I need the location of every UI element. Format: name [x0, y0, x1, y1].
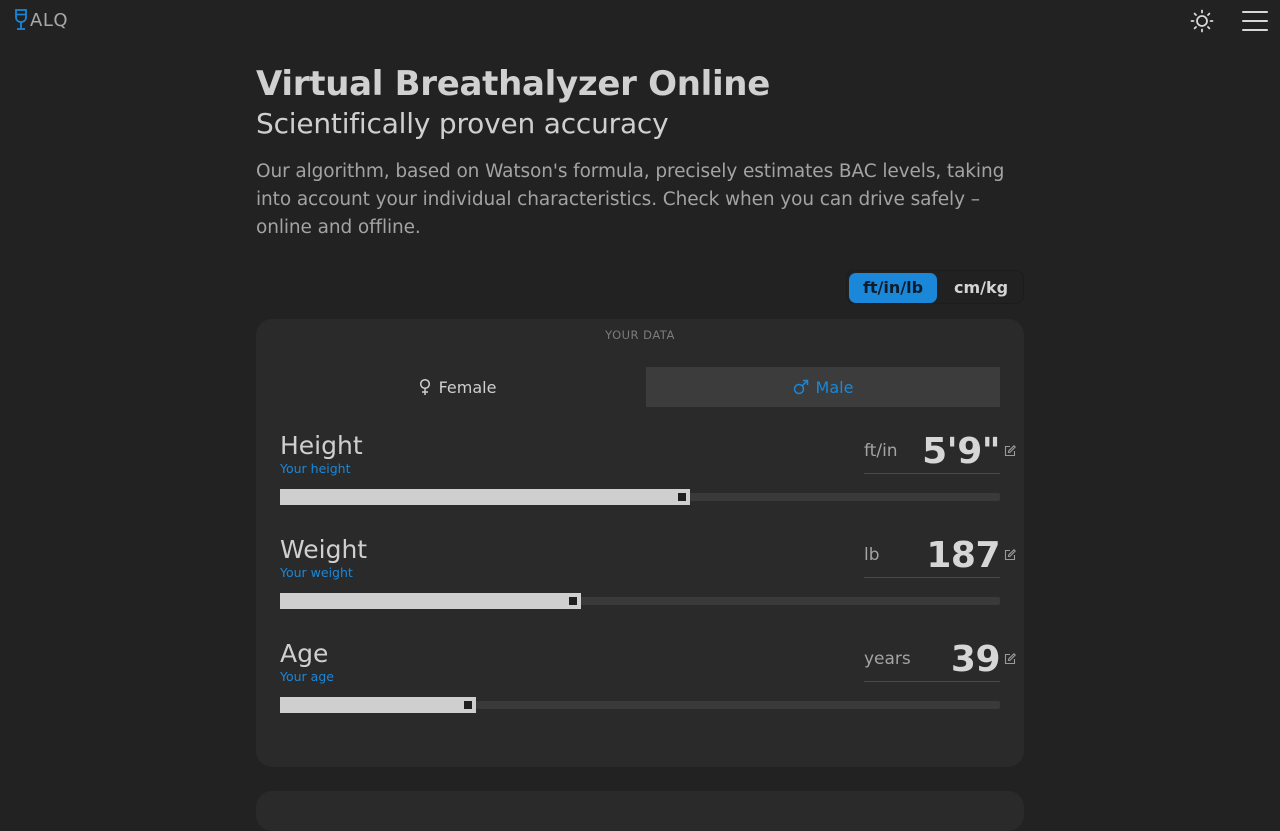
unit-imperial-button[interactable]: ft/in/lb — [849, 273, 937, 303]
slider-thumb[interactable] — [569, 597, 577, 605]
weight-sublabel: Your weight — [280, 565, 353, 580]
page-description: Our algorithm, based on Watson's formula… — [256, 161, 1005, 238]
weight-value: 187 — [926, 535, 1000, 576]
age-field: Age Your age years 39 — [280, 639, 1020, 729]
edit-icon[interactable] — [1004, 549, 1016, 561]
weight-slider[interactable] — [280, 593, 1000, 609]
unit-metric-button[interactable]: cm/kg — [941, 273, 1021, 303]
hamburger-menu-icon — [1242, 11, 1268, 31]
theme-toggle-button[interactable] — [1190, 9, 1214, 33]
slider-thumb[interactable] — [678, 493, 686, 501]
hero-section: Virtual Breathalyzer Online Scientifical… — [256, 60, 1024, 242]
next-card — [256, 791, 1024, 831]
sex-male-button[interactable]: Male — [646, 367, 1000, 407]
logo-text: ALQ — [30, 9, 69, 31]
edit-icon[interactable] — [1004, 653, 1016, 665]
height-value-box[interactable]: ft/in 5'9" — [864, 431, 1000, 474]
top-bar: ALQ — [0, 0, 1280, 42]
slider-fill — [280, 697, 476, 713]
height-value: 5'9" — [922, 431, 1000, 472]
sun-icon — [1190, 9, 1214, 33]
wine-glass-icon — [15, 9, 27, 30]
height-field: Height Your height ft/in 5'9" — [280, 431, 1020, 521]
sex-male-label: Male — [815, 377, 854, 397]
age-unit: years — [864, 649, 911, 669]
slider-fill — [280, 593, 581, 609]
weight-field: Weight Your weight lb 187 — [280, 535, 1020, 625]
female-symbol-icon — [419, 378, 430, 395]
weight-value-box[interactable]: lb 187 — [864, 535, 1000, 578]
age-slider[interactable] — [280, 697, 1000, 713]
slider-thumb[interactable] — [464, 701, 472, 709]
menu-button[interactable] — [1242, 8, 1268, 34]
unit-system-toggle: ft/in/lb cm/kg — [846, 270, 1024, 304]
height-unit: ft/in — [864, 441, 898, 461]
edit-icon[interactable] — [1004, 445, 1016, 457]
sex-selector: Female Male — [280, 367, 1000, 407]
age-sublabel: Your age — [280, 669, 334, 684]
male-symbol-icon — [793, 379, 808, 395]
page-title: Virtual Breathalyzer Online — [256, 64, 770, 104]
logo[interactable]: ALQ — [14, 9, 68, 31]
page-subtitle: Scientifically proven accuracy — [256, 107, 669, 140]
sex-female-button[interactable]: Female — [280, 367, 634, 407]
height-sublabel: Your height — [280, 461, 351, 476]
sex-female-label: Female — [438, 377, 497, 397]
weight-unit: lb — [864, 545, 880, 565]
weight-label: Weight — [280, 535, 368, 564]
section-title: YOUR DATA — [605, 328, 675, 342]
age-value: 39 — [950, 639, 1001, 680]
height-label: Height — [280, 431, 363, 460]
your-data-card: YOUR DATA Female Male Height Your height… — [256, 319, 1024, 767]
slider-fill — [280, 489, 690, 505]
height-slider[interactable] — [280, 489, 1000, 505]
age-label: Age — [280, 639, 329, 668]
age-value-box[interactable]: years 39 — [864, 639, 1001, 682]
